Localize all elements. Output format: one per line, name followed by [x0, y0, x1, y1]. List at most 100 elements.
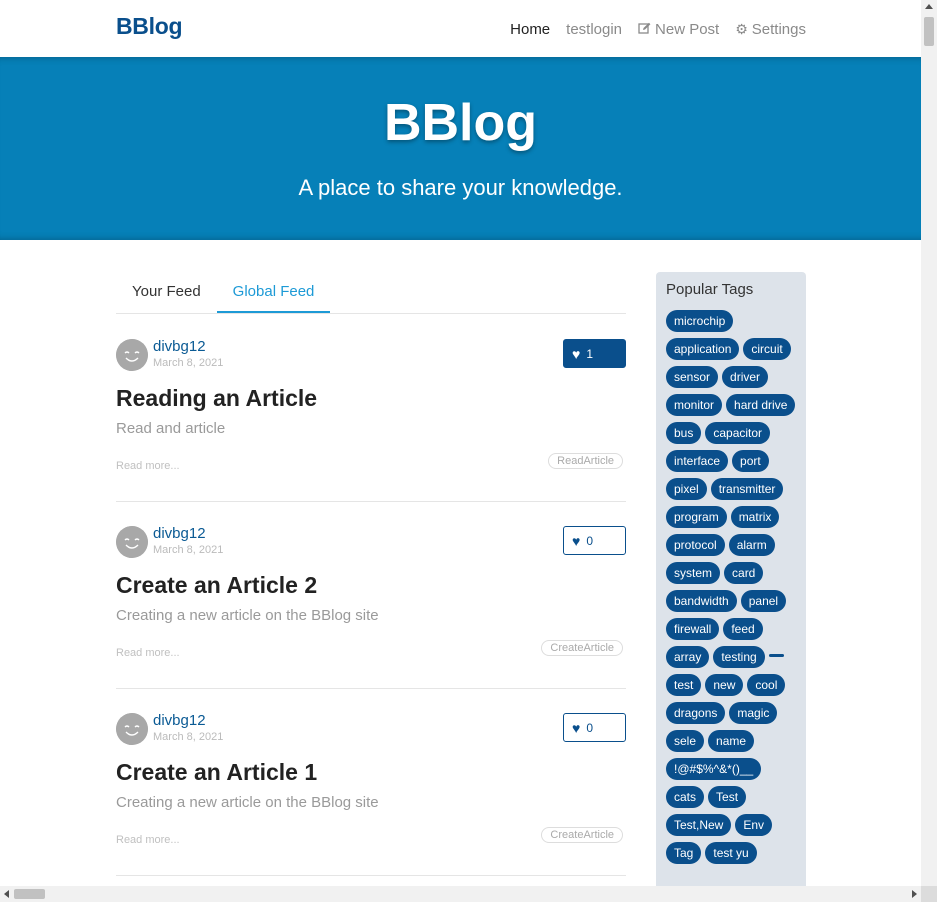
scroll-up-arrow-icon[interactable]	[925, 4, 933, 9]
favorite-button[interactable]: ♥ 0	[563, 713, 626, 742]
nav-links: Home testlogin New Post ⚙ Settings	[510, 21, 806, 38]
tag-pill[interactable]: dragons	[666, 702, 726, 724]
read-more-link[interactable]: Read more...	[116, 647, 180, 659]
tag-pill[interactable]: test	[666, 674, 702, 696]
tag-pill[interactable]: Tag	[666, 842, 702, 864]
tag-pill[interactable]: new	[705, 674, 744, 696]
favorite-count: 0	[586, 720, 593, 735]
heart-icon: ♥	[572, 532, 581, 549]
article-preview: divbg12 March 8, 2021 ♥ 1 Reading an Art…	[116, 314, 626, 502]
article-tag: CreateArticle	[541, 640, 623, 656]
popular-tags-sidebar: Popular Tags microchip application circuit…	[656, 272, 806, 902]
article-tag: ReadArticle	[548, 453, 623, 469]
sidebar-title: Popular Tags	[666, 281, 754, 298]
tag-pill[interactable]: microchip	[666, 310, 734, 332]
tag-pill[interactable]: pixel	[666, 478, 707, 500]
favorite-count: 0	[586, 533, 593, 548]
horizontal-scrollbar[interactable]	[0, 886, 921, 902]
tag-pill[interactable]: interface	[666, 450, 729, 472]
article-date: March 8, 2021	[153, 544, 224, 556]
nav-new-post-link[interactable]: New Post	[638, 21, 719, 38]
author-link[interactable]: divbg12	[153, 525, 206, 542]
tag-pill[interactable]: matrix	[730, 506, 780, 528]
tag-pill[interactable]: Test	[708, 786, 747, 808]
scroll-left-arrow-icon[interactable]	[4, 890, 9, 898]
tag-pill[interactable]: array	[666, 646, 710, 668]
tag-pill[interactable]: bandwidth	[666, 590, 737, 612]
tag-pill[interactable]: program	[666, 506, 727, 528]
read-more-link[interactable]: Read more...	[116, 460, 180, 472]
author-link[interactable]: divbg12	[153, 712, 206, 729]
article-description: Creating a new article on the BBlog site	[116, 794, 379, 811]
nav-profile-link[interactable]: testlogin	[566, 21, 622, 38]
tag-pill[interactable]: firewall	[666, 618, 720, 640]
nav-home-link[interactable]: Home	[510, 21, 550, 38]
tag-pill[interactable]: Env	[735, 814, 773, 836]
article-preview: divbg12 March 8, 2021 ♥ 0 Create an Arti…	[116, 501, 626, 689]
nav-settings-label: Settings	[751, 21, 806, 38]
brand-logo[interactable]: BBlog	[116, 13, 183, 40]
scroll-right-arrow-icon[interactable]	[912, 890, 917, 898]
tag-pill[interactable]: sensor	[666, 366, 719, 388]
read-more-link[interactable]: Read more...	[116, 834, 180, 846]
tag-list: microchip application circuit sensor driver m…	[656, 302, 806, 864]
tag-pill[interactable]: magic	[729, 702, 778, 724]
tag-pill[interactable]: name	[708, 730, 755, 752]
tag-pill[interactable]: transmitter	[710, 478, 784, 500]
author-link[interactable]: divbg12	[153, 338, 206, 355]
tag-pill[interactable]: circuit	[743, 338, 791, 360]
nav-new-post-label: New Post	[655, 21, 720, 38]
nav-settings-link[interactable]: ⚙ Settings	[735, 21, 806, 38]
avatar[interactable]	[116, 339, 148, 371]
article-date: March 8, 2021	[153, 357, 224, 369]
tag-pill[interactable]: port	[732, 450, 769, 472]
article-title[interactable]: Reading an Article	[116, 385, 317, 412]
gear-icon: ⚙	[735, 21, 748, 37]
article-title[interactable]: Create an Article 2	[116, 572, 317, 599]
favorite-button[interactable]: ♥ 0	[563, 526, 626, 555]
article-title[interactable]: Create an Article 1	[116, 759, 317, 786]
tag-pill[interactable]: !@#$%^&*()__	[666, 758, 762, 780]
tag-pill[interactable]: test yu	[705, 842, 757, 864]
banner-subtitle: A place to share your knowledge.	[298, 175, 623, 200]
article-description: Read and article	[116, 420, 226, 437]
scrollbar-corner	[921, 886, 937, 902]
tag-pill[interactable]: testing	[713, 646, 765, 668]
tag-pill[interactable]: protocol	[666, 534, 725, 556]
tag-pill[interactable]: system	[666, 562, 721, 584]
top-navbar: BBlog Home testlogin New Post ⚙ Settings	[0, 0, 921, 57]
tag-pill[interactable]: cool	[747, 674, 786, 696]
tag-pill[interactable]: capacitor	[705, 422, 771, 444]
tag-pill[interactable]: Test,New	[666, 814, 732, 836]
tag-pill[interactable]: hard drive	[726, 394, 796, 416]
tag-pill[interactable]: monitor	[666, 394, 723, 416]
tag-pill[interactable]: bus	[666, 422, 702, 444]
avatar[interactable]	[116, 713, 148, 745]
tag-pill[interactable]	[768, 654, 784, 657]
tag-pill[interactable]: feed	[723, 618, 763, 640]
tag-pill[interactable]: card	[724, 562, 764, 584]
vertical-scrollbar[interactable]	[921, 0, 937, 886]
avatar[interactable]	[116, 526, 148, 558]
vertical-scroll-thumb[interactable]	[924, 17, 934, 46]
tag-pill[interactable]: panel	[740, 590, 787, 612]
tab-your-feed[interactable]: Your Feed	[116, 273, 217, 313]
tab-global-feed[interactable]: Global Feed	[216, 273, 331, 313]
nav-home-label: Home	[510, 21, 551, 38]
tag-pill[interactable]: sele	[666, 730, 705, 752]
nav-profile-label: testlogin	[566, 21, 623, 38]
edit-icon	[638, 22, 651, 38]
heart-icon: ♥	[572, 345, 581, 362]
tag-pill[interactable]: driver	[722, 366, 769, 388]
tag-pill[interactable]: alarm	[728, 534, 775, 556]
article-description: Creating a new article on the BBlog site	[116, 607, 379, 624]
feed-tabs: Your Feed Global Feed	[116, 273, 626, 314]
favorite-count: 1	[586, 346, 593, 361]
heart-icon: ♥	[572, 719, 581, 736]
tag-pill[interactable]: cats	[666, 786, 705, 808]
favorite-button[interactable]: ♥ 1	[563, 339, 626, 368]
article-preview: divbg12 March 8, 2021 ♥ 0 Create an Arti…	[116, 688, 626, 876]
tag-pill[interactable]: application	[666, 338, 740, 360]
article-date: March 8, 2021	[153, 731, 224, 743]
horizontal-scroll-thumb[interactable]	[14, 889, 45, 899]
